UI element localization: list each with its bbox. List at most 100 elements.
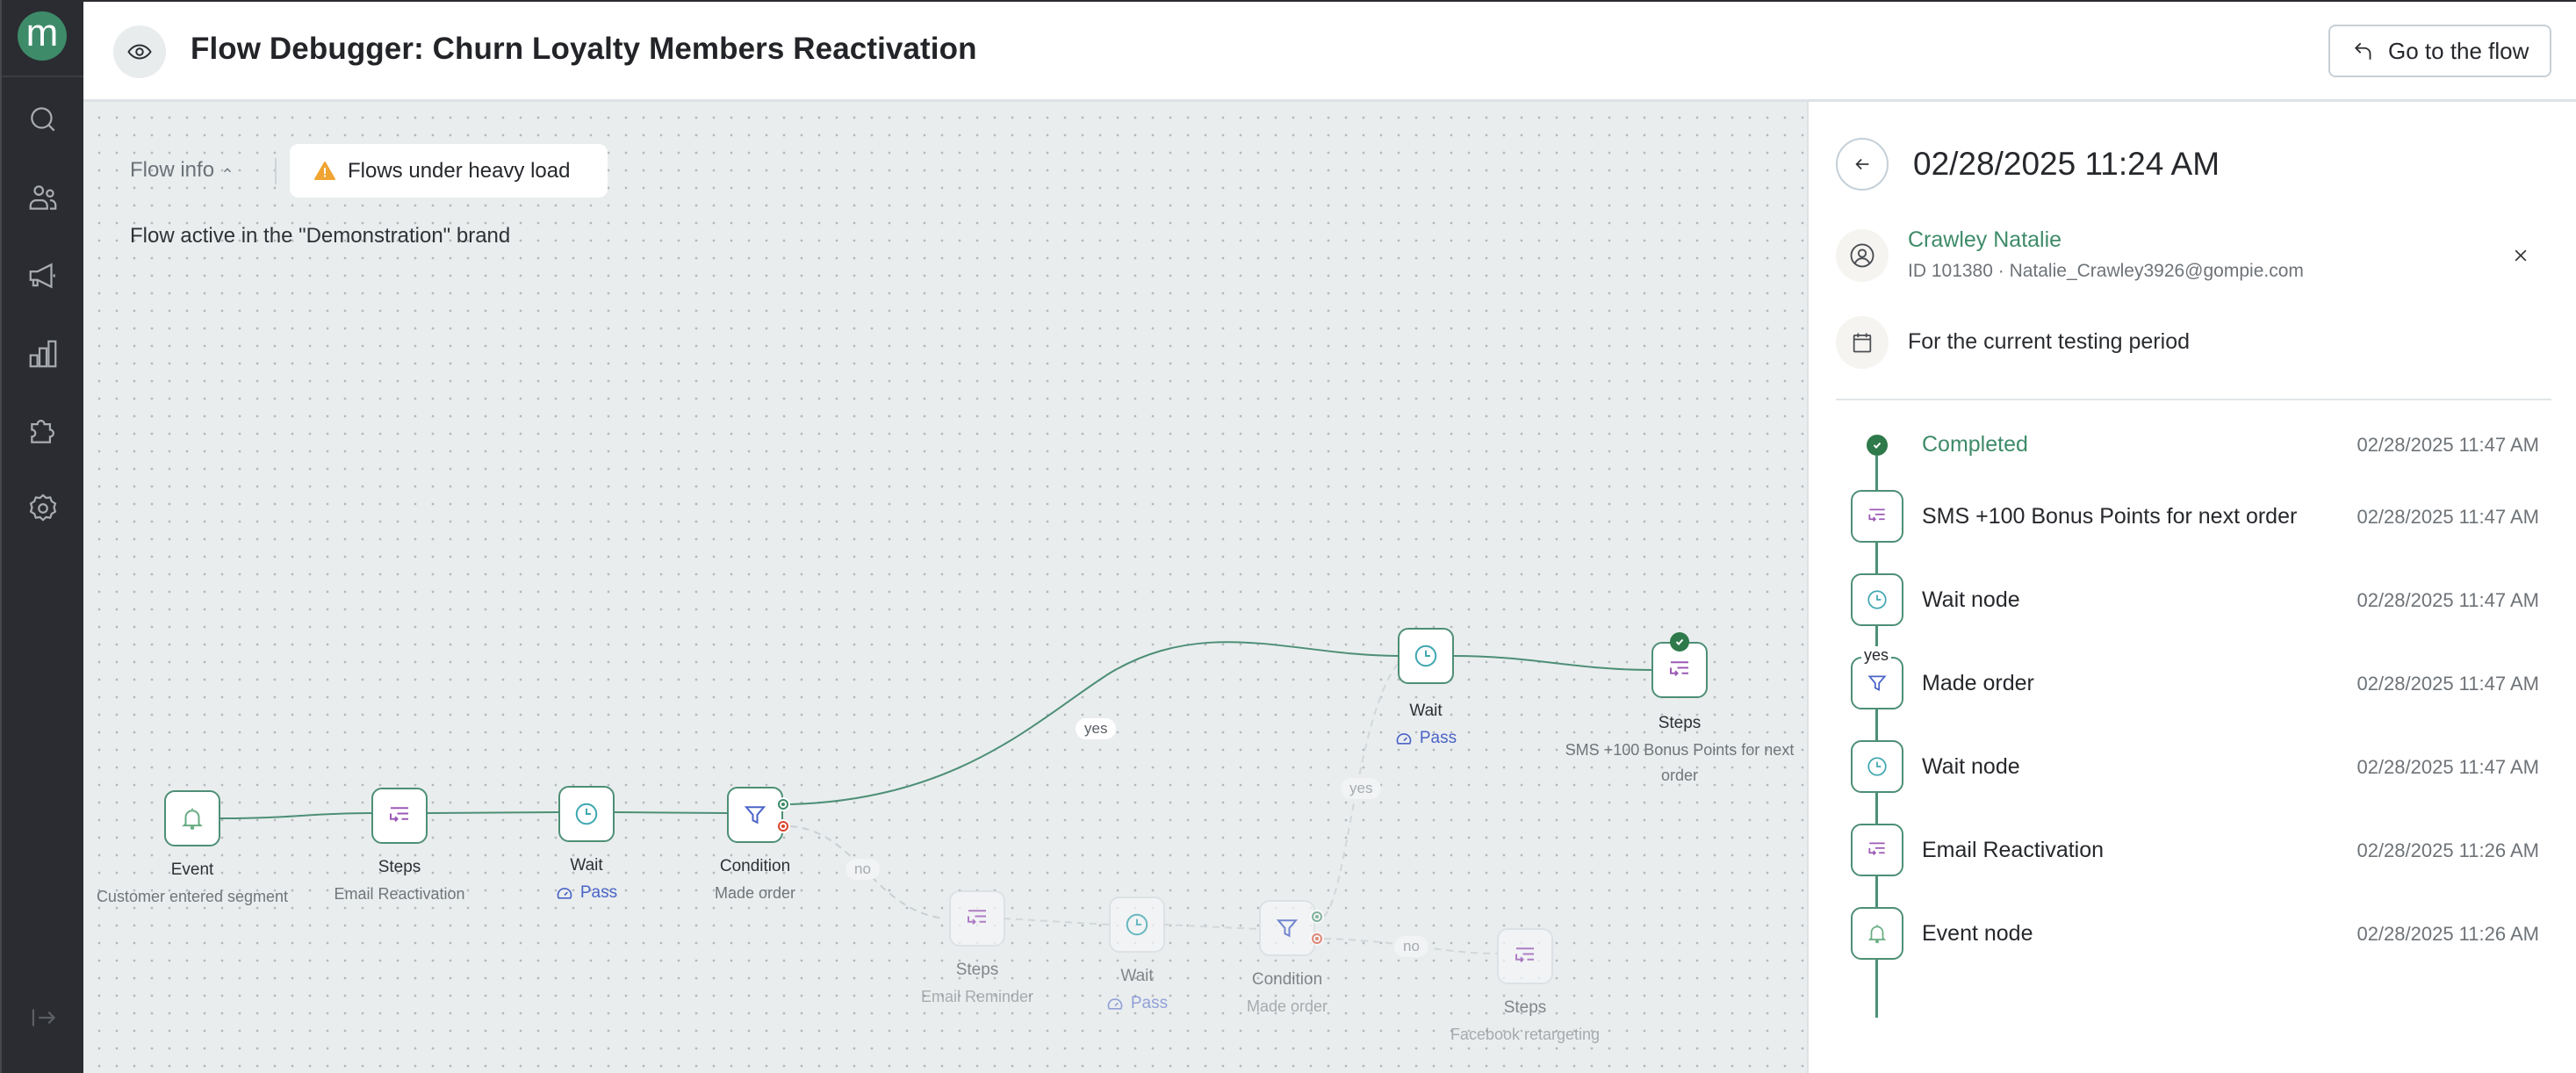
timeline-item-label[interactable]: Event node — [1922, 921, 2033, 947]
timeline-item-label[interactable]: Wait node — [1922, 587, 2020, 613]
clear-customer-button[interactable] — [2508, 242, 2534, 269]
flow-node-event[interactable] — [164, 790, 220, 846]
check-icon — [1873, 442, 1882, 449]
steps-icon — [1868, 508, 1885, 522]
filter-icon — [744, 806, 766, 825]
period-text: For the current testing period — [1908, 329, 2190, 354]
timeline-node-event[interactable] — [1851, 907, 1903, 960]
sidebar-item-search[interactable] — [26, 103, 60, 136]
timeline-item-time: 02/28/2025 11:47 AM — [2357, 756, 2539, 778]
view-mode-button[interactable] — [113, 25, 166, 78]
sidebar-item-settings[interactable] — [26, 492, 60, 525]
edge-wait2-steps2 — [1452, 655, 1652, 671]
sidebar-expand-button[interactable] — [26, 1001, 60, 1034]
flow-node-condition-2[interactable] — [1259, 900, 1315, 956]
timeline-node-steps[interactable] — [1851, 490, 1903, 543]
flow-node-condition[interactable] — [727, 787, 783, 843]
edge-label-no: no — [845, 859, 880, 880]
edge-wait-condition — [613, 811, 728, 814]
pass-label: Pass — [1419, 729, 1457, 747]
completed-icon — [1867, 435, 1888, 456]
node-subtitle: Made order — [714, 884, 796, 902]
sidebar-item-analytics[interactable] — [26, 337, 60, 371]
flow-canvas[interactable]: Flow info Flows under heavy load Flow ac… — [83, 102, 1807, 1073]
timeline-node-condition[interactable] — [1851, 657, 1903, 709]
heavy-load-warning[interactable]: Flows under heavy load — [290, 144, 608, 198]
timeline-node-steps[interactable] — [1851, 824, 1903, 876]
sidebar-item-integrations[interactable] — [26, 414, 60, 448]
go-to-flow-label: Go to the flow — [2388, 37, 2529, 64]
steps-icon — [1670, 661, 1688, 676]
calendar-icon — [1853, 333, 1872, 353]
users-icon — [29, 185, 57, 210]
edge-label-yes: yes — [1076, 718, 1117, 739]
timeline-item-label[interactable]: Email Reactivation — [1922, 838, 2104, 863]
flow-node-steps-facebook[interactable] — [1497, 928, 1553, 984]
node-title: Steps — [1503, 998, 1547, 1017]
user-circle-icon — [1850, 243, 1874, 268]
flow-node-steps-email-reactivation[interactable] — [371, 788, 428, 844]
return-arrow-icon — [2354, 42, 2371, 60]
back-button[interactable] — [1836, 138, 1889, 191]
flow-node-wait[interactable] — [558, 786, 615, 842]
timeline-node-wait[interactable] — [1851, 573, 1903, 626]
edge-wait3-cond2 — [1162, 924, 1260, 930]
clock-icon — [575, 803, 598, 825]
panel-divider — [1836, 399, 2551, 400]
go-to-flow-button[interactable]: Go to the flow — [2328, 25, 2551, 77]
search-icon — [31, 107, 55, 132]
edge-steps3-wait3 — [1003, 918, 1110, 925]
filter-icon — [1276, 919, 1299, 938]
sidebar-item-campaigns[interactable] — [26, 259, 60, 292]
condition-no-port[interactable] — [1310, 932, 1324, 946]
node-subtitle: Facebook retargeting — [1450, 1026, 1601, 1043]
timeline-item-time: 02/28/2025 11:47 AM — [2357, 589, 2539, 611]
timeline-item-time: 02/28/2025 11:47 AM — [2357, 673, 2539, 695]
timeline-item-label[interactable]: Wait node — [1922, 754, 2020, 780]
gear-icon — [29, 493, 57, 522]
node-title: Condition — [1251, 970, 1323, 989]
arrow-left-icon — [1855, 158, 1869, 170]
eye-icon — [127, 44, 152, 60]
timeline-node-wait[interactable] — [1851, 740, 1903, 793]
app-logo[interactable]: m — [18, 11, 67, 61]
bell-icon — [182, 808, 203, 830]
condition-yes-port[interactable] — [776, 797, 790, 811]
steps-icon — [1515, 947, 1534, 962]
node-title: Wait — [1409, 702, 1443, 720]
gauge-icon — [557, 887, 572, 899]
completed-badge — [1670, 632, 1689, 652]
session-datetime: 02/28/2025 11:24 AM — [1913, 146, 2220, 182]
flow-info-label: Flow info — [130, 158, 215, 182]
gauge-icon — [1107, 997, 1123, 1010]
wait-pass-status: Pass — [1294, 725, 1558, 751]
node-subtitle: Made order — [1246, 997, 1328, 1015]
edge-label-no: no — [1394, 936, 1428, 957]
page-title: Flow Debugger: Churn Loyalty Members Rea… — [191, 32, 977, 66]
flow-info-toggle[interactable]: Flow info — [130, 158, 234, 183]
condition-no-port[interactable] — [776, 819, 790, 833]
edge-steps-wait — [426, 811, 559, 814]
customer-avatar — [1836, 229, 1889, 282]
timeline-item-label[interactable]: Made order — [1922, 671, 2034, 696]
clock-icon — [1867, 590, 1887, 609]
flow-node-wait-2[interactable] — [1398, 628, 1454, 684]
condition-yes-port[interactable] — [1310, 910, 1324, 924]
expand-sidebar-icon — [32, 1009, 56, 1026]
steps-icon — [968, 910, 986, 925]
timeline-item-label[interactable]: SMS +100 Bonus Points for next order — [1922, 504, 2297, 529]
flow-node-wait-3[interactable] — [1109, 897, 1165, 953]
edge-label-yes: yes — [1341, 778, 1382, 799]
gauge-icon — [1396, 732, 1412, 745]
sidebar-item-customers[interactable] — [26, 181, 60, 214]
steps-icon — [390, 807, 408, 822]
clock-icon — [1867, 757, 1887, 776]
customer-meta: ID 101380 · Natalie_Crawley3926@gompie.c… — [1908, 261, 2304, 281]
flow-node-steps-email-reminder[interactable] — [949, 890, 1005, 947]
warning-text: Flows under heavy load — [348, 158, 571, 183]
customer-name-link[interactable]: Crawley Natalie — [1908, 227, 2062, 253]
steps-icon — [1868, 842, 1885, 856]
node-title: Steps — [1658, 714, 1702, 732]
filter-icon — [1867, 675, 1887, 691]
toolbar-divider — [275, 158, 277, 184]
